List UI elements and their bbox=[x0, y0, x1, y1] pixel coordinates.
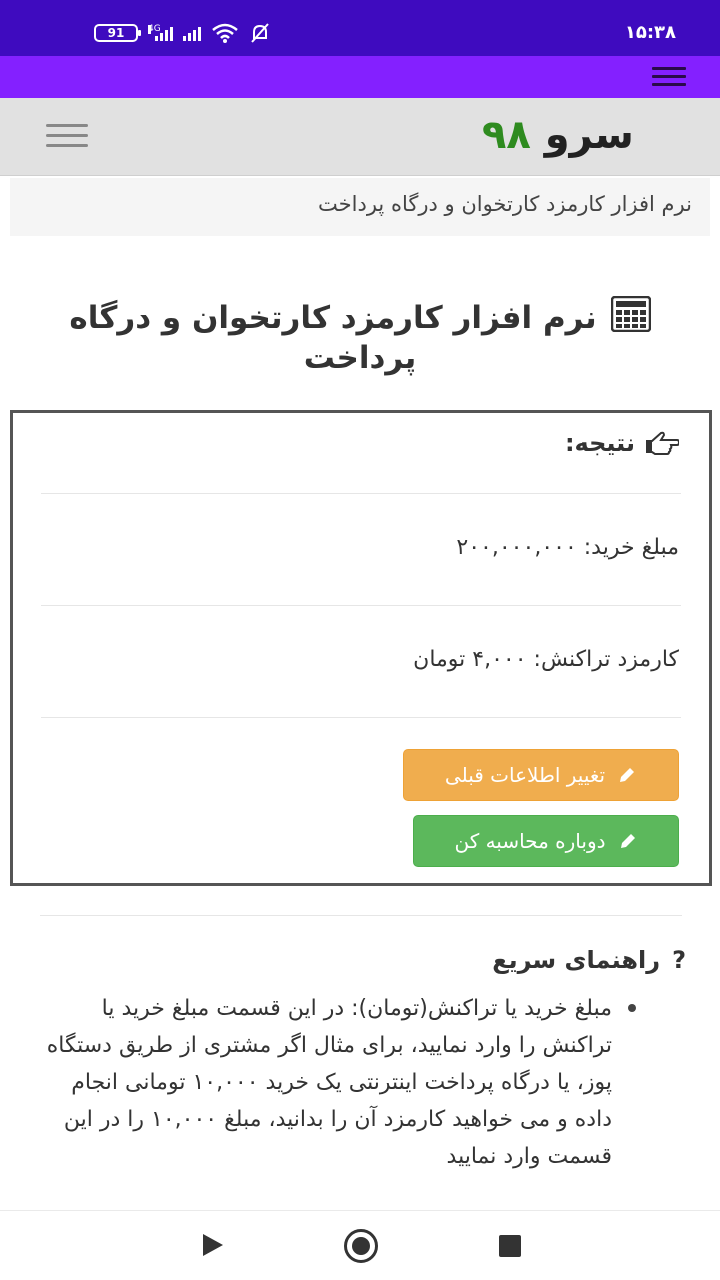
recent-apps-icon[interactable] bbox=[499, 1235, 521, 1257]
logo-text: سرو bbox=[544, 112, 634, 158]
app-menu-icon[interactable] bbox=[652, 67, 686, 87]
page-title-text: نرم افزار کارمزد کارتخوان و درگاه پرداخت bbox=[69, 300, 597, 376]
recalculate-button[interactable]: دوباره محاسبه کن bbox=[413, 815, 679, 867]
result-heading-text: نتیجه: bbox=[564, 429, 635, 457]
question-icon: ? bbox=[672, 946, 686, 974]
pencil-icon bbox=[620, 834, 635, 848]
guide-list: مبلغ خرید یا تراکنش(تومان): در این قسمت … bbox=[36, 990, 644, 1175]
hand-pointing-icon bbox=[646, 431, 679, 455]
status-time: ۱۵:۳۸ bbox=[624, 22, 676, 43]
site-logo[interactable]: سرو ۹۸ bbox=[482, 112, 634, 158]
back-icon[interactable] bbox=[203, 1234, 223, 1256]
list-item: مبلغ خرید یا تراکنش(تومان): در این قسمت … bbox=[36, 990, 644, 1175]
purchase-amount: مبلغ خرید: ۲۰۰,۰۰۰,۰۰۰ bbox=[456, 535, 679, 560]
battery-icon: 91 bbox=[94, 24, 141, 42]
transaction-fee: کارمزد تراکنش: ۴,۰۰۰ تومان bbox=[413, 647, 679, 672]
site-header: سرو ۹۸ bbox=[0, 98, 720, 176]
change-info-button[interactable]: تغییر اطلاعات قبلی bbox=[403, 749, 679, 801]
result-heading: نتیجه: bbox=[565, 429, 679, 457]
app-bar bbox=[0, 56, 720, 98]
divider bbox=[41, 493, 681, 494]
guide-heading: ? راهنمای سریع bbox=[492, 946, 686, 974]
divider bbox=[41, 605, 681, 606]
pencil-icon bbox=[620, 768, 635, 782]
change-info-label: تغییر اطلاعات قبلی bbox=[444, 763, 606, 787]
status-bar: 91 4G ۱۵:۳۸ bbox=[0, 0, 720, 56]
status-icons: 91 4G bbox=[94, 22, 271, 44]
site-menu-icon[interactable] bbox=[46, 124, 88, 148]
divider bbox=[41, 717, 681, 718]
result-box: نتیجه: مبلغ خرید: ۲۰۰,۰۰۰,۰۰۰ کارمزد ترا… bbox=[10, 410, 712, 886]
signal-label: 4G bbox=[148, 24, 161, 34]
system-nav-bar bbox=[0, 1210, 720, 1280]
calculator-icon bbox=[610, 296, 651, 332]
logo-number: ۹۸ bbox=[482, 112, 531, 158]
breadcrumb[interactable]: نرم افزار کارمزد کارتخوان و درگاه پرداخت bbox=[10, 178, 710, 236]
page-title: نرم افزار کارمزد کارتخوان و درگاه پرداخت bbox=[40, 296, 680, 378]
recalculate-label: دوباره محاسبه کن bbox=[454, 829, 606, 853]
home-icon[interactable] bbox=[344, 1229, 378, 1263]
guide-heading-text: راهنمای سریع bbox=[492, 946, 661, 974]
signal-icon-2 bbox=[183, 25, 201, 41]
signal-icon: 4G bbox=[148, 25, 173, 41]
bell-off-icon bbox=[251, 23, 269, 43]
wifi-icon bbox=[212, 23, 238, 43]
divider bbox=[40, 915, 682, 916]
